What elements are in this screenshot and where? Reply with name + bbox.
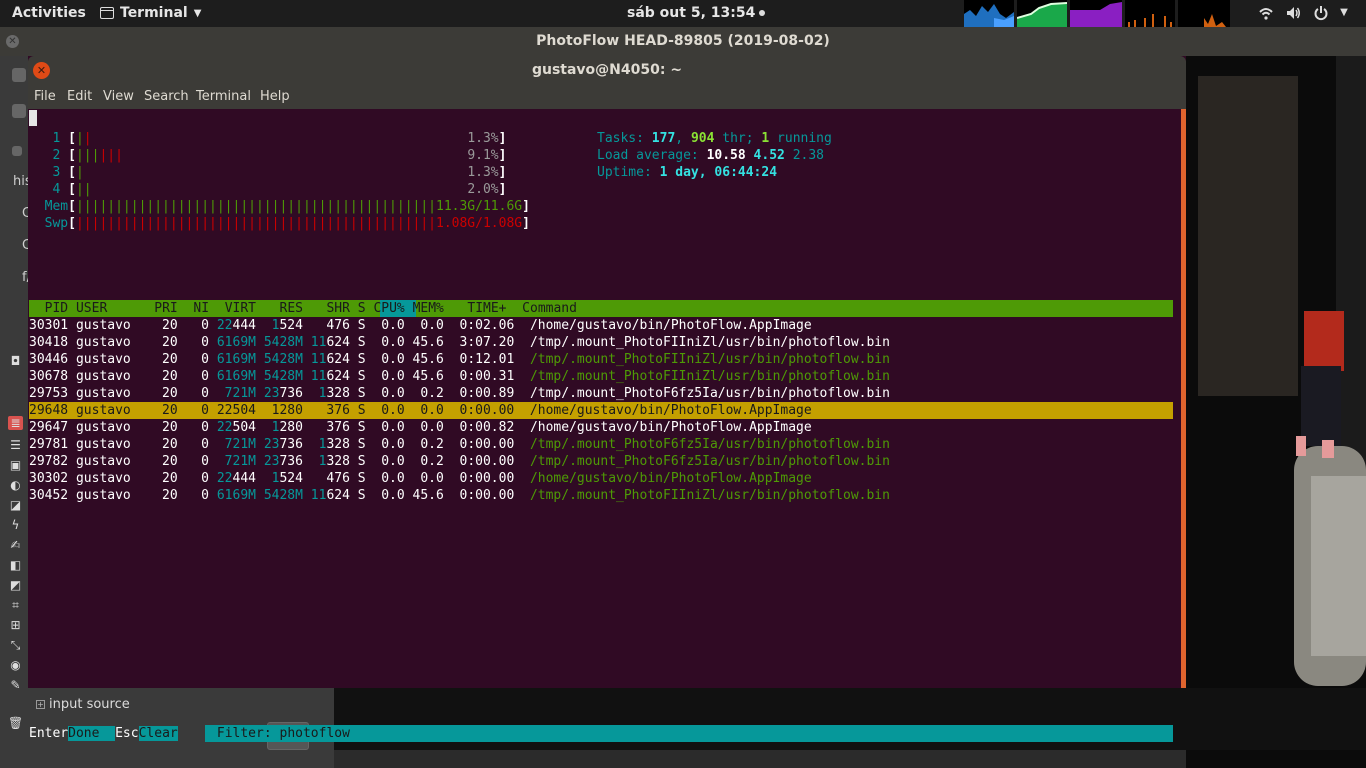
photoflow-left-panel: his C C f/ ◘ ≣ ☰ ▣ ◐ ◪ ϟ ✍ ◧ ◩ ⌗ ⊞ ⤡ ◉ ✎… [0, 56, 32, 768]
process-row[interactable]: 30452 gustavo 20 0 6169M 5428M 11624 S 0… [29, 487, 890, 504]
cpu-meter: 4 [|| 2.0%] [52, 182, 507, 197]
process-row[interactable]: 29753 gustavo 20 0 721M 23736 1328 S 0.0… [29, 385, 890, 402]
menu-terminal[interactable]: Terminal [196, 89, 251, 104]
fkey-clear[interactable]: Clear [138, 726, 178, 741]
text-cursor [29, 110, 37, 126]
fkey-esc[interactable]: Esc [115, 726, 138, 741]
terminal-title: gustavo@N4050: ~ [531, 62, 683, 78]
photo-image [1186, 56, 1366, 768]
input-source-expander[interactable]: + input source [36, 697, 130, 712]
menu-file[interactable]: File [34, 89, 56, 104]
eye-icon[interactable]: ◉ [8, 658, 23, 672]
terminal-icon [100, 7, 114, 19]
system-menu-chevron-down-icon[interactable]: ▼ [1336, 5, 1352, 21]
contrast-icon[interactable]: ◐ [8, 478, 23, 492]
process-row[interactable]: 29781 gustavo 20 0 721M 23736 1328 S 0.0… [29, 436, 890, 453]
filter-input[interactable]: photoflow [280, 726, 350, 741]
process-row[interactable]: 30678 gustavo 20 0 6169M 5428M 11624 S 0… [29, 368, 890, 385]
process-row[interactable]: 30302 gustavo 20 0 22444 1524 476 S 0.0 … [29, 470, 812, 487]
photoflow-checkbox[interactable] [12, 146, 22, 156]
memory-meter: Mem[||||||||||||||||||||||||||||||||||||… [44, 199, 530, 214]
memory-graph-icon [1017, 2, 1067, 27]
app-menu-label: Terminal [120, 5, 188, 21]
cpu-meter: 2 [|||||| 9.1%] [52, 148, 507, 163]
memory-monitor-graph[interactable] [1017, 0, 1067, 27]
menu-view[interactable]: View [103, 89, 134, 104]
process-row[interactable]: 29648 gustavo 20 0 22504 1280 376 S 0.0 … [29, 402, 812, 419]
tasks-summary: Tasks: 177, 904 thr; 1 running [597, 131, 832, 146]
swap-meter: Swp[||||||||||||||||||||||||||||||||||||… [44, 216, 530, 231]
brush-icon[interactable]: ✍ [8, 538, 23, 552]
clock-button[interactable]: sáb out 5, 13:54 [627, 5, 766, 21]
expand-plus-icon: + [36, 700, 45, 709]
process-row[interactable]: 30418 gustavo 20 0 6169M 5428M 11624 S 0… [29, 334, 890, 351]
trash-icon[interactable]: 🗑 [8, 716, 23, 730]
levels-icon[interactable]: ◩ [8, 578, 23, 592]
photo-preview [1186, 56, 1366, 768]
filter-bar-bg [205, 725, 1173, 742]
swap-monitor-graph[interactable] [1070, 0, 1122, 27]
swap-graph-icon [1070, 2, 1122, 27]
disk-graph-icon [1204, 14, 1226, 27]
network-graph-icon [1128, 14, 1172, 27]
filter-label: Filter: [216, 726, 272, 741]
cpu-meter: 3 [| 1.3%] [52, 165, 507, 180]
camera-icon[interactable]: ◘ [8, 354, 23, 368]
photoflow-button[interactable] [12, 68, 26, 82]
network-monitor-graph[interactable] [1125, 0, 1175, 27]
process-row[interactable]: 30301 gustavo 20 0 22444 1524 476 S 0.0 … [29, 317, 812, 334]
crop-icon[interactable]: ⌗ [8, 598, 23, 612]
process-row[interactable]: 30446 gustavo 20 0 6169M 5428M 11624 S 0… [29, 351, 890, 368]
disk-monitor-graph[interactable] [1178, 0, 1230, 27]
lightning-icon[interactable]: ϟ [8, 518, 23, 532]
transform-icon[interactable]: ⊞ [8, 618, 23, 632]
photoflow-titlebar: ✕ PhotoFlow HEAD-89805 (2019-08-02) [0, 27, 1366, 56]
menu-help[interactable]: Help [260, 89, 290, 104]
activities-button[interactable]: Activities [12, 5, 86, 21]
list-icon[interactable]: ☰ [8, 438, 23, 452]
terminal-scrollbar[interactable] [1181, 109, 1186, 688]
menu-edit[interactable]: Edit [67, 89, 92, 104]
photoflow-button[interactable] [12, 104, 26, 118]
pencil-icon[interactable]: ✎ [8, 678, 23, 692]
volume-icon[interactable] [1285, 5, 1301, 21]
curves-icon[interactable]: ◪ [8, 498, 23, 512]
gradient-icon[interactable]: ◧ [8, 558, 23, 572]
menu-search[interactable]: Search [144, 89, 189, 104]
photoflow-window-title: PhotoFlow HEAD-89805 (2019-08-02) [536, 33, 830, 49]
fkey-done[interactable]: Done [68, 726, 100, 741]
htop-screen[interactable]: 1 [|| 1.3%] 2 [|||||| 9.1%] 3 [| 1.3%] 4 [28, 110, 1180, 742]
cpu-monitor-graph[interactable] [964, 0, 1014, 27]
cpu-graph-icon [964, 4, 1014, 27]
terminal-titlebar[interactable]: ✕ gustavo@N4050: ~ [28, 56, 1186, 85]
terminal-menubar: File Edit View Search Terminal Help [28, 85, 1186, 109]
uptime: Uptime: 1 day, 06:44:24 [597, 165, 778, 180]
wifi-icon[interactable] [1258, 5, 1274, 21]
clock-label: sáb out 5, 13:54 [627, 5, 756, 21]
filter-bar[interactable]: EnterDone EscClear Filter: photoflow [29, 725, 350, 742]
top-bar: Activities Terminal ▼ sáb out 5, 13:54 ▼ [0, 0, 1366, 27]
process-row[interactable]: 29647 gustavo 20 0 22504 1280 376 S 0.0 … [29, 419, 812, 436]
resize-icon[interactable]: ⤡ [8, 638, 23, 652]
terminal-window: ✕ gustavo@N4050: ~ File Edit View Search… [28, 56, 1186, 742]
layers-icon[interactable]: ≣ [8, 416, 23, 430]
app-menu-button[interactable]: Terminal ▼ [100, 5, 201, 21]
notification-dot-icon [759, 10, 766, 16]
chevron-down-icon: ▼ [193, 7, 202, 19]
load-average: Load average: 10.58 4.52 2.38 [597, 148, 824, 163]
input-source-label: input source [49, 697, 130, 712]
process-row[interactable]: 29782 gustavo 20 0 721M 23736 1328 S 0.0… [29, 453, 890, 470]
power-icon[interactable] [1313, 5, 1329, 21]
cursor-line [29, 110, 37, 127]
cpu-meter: 1 [|| 1.3%] [52, 131, 507, 146]
process-table-header[interactable]: PID USER PRI NI VIRT RES SHR S CPU% MEM%… [29, 300, 577, 317]
fkey-enter[interactable]: Enter [29, 726, 68, 741]
image-icon[interactable]: ▣ [8, 458, 23, 472]
